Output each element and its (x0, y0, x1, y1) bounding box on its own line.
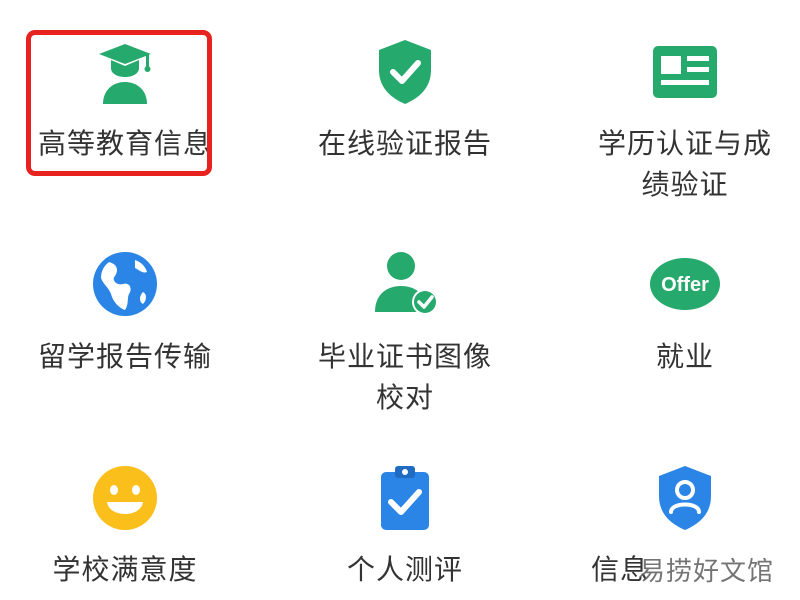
service-label: 学校满意度 (52, 553, 198, 586)
smiley-icon (89, 462, 161, 534)
offer-badge-icon: Offer (649, 248, 721, 320)
offer-badge-text: Offer (661, 274, 709, 296)
service-label: 在线验证报告 (317, 127, 492, 160)
service-label: 学历认证与成 (597, 127, 772, 160)
service-label-line2: 绩验证 (641, 168, 729, 201)
service-grid: 高等教育信息 在线验证报告 学历认证与成 绩验证 留学报告传输 毕业证书图像 校… (0, 0, 800, 600)
globe-icon (89, 248, 161, 320)
selection-highlight-frame (26, 30, 212, 176)
clipboard-check-icon (369, 462, 441, 534)
user-verified-icon (369, 248, 441, 320)
service-label: 毕业证书图像 (317, 340, 492, 373)
shield-check-icon (369, 36, 441, 108)
user-shield-icon (649, 462, 721, 534)
service-label: 个人测评 (346, 553, 463, 586)
watermark-text: 易捞好文馆 (638, 557, 774, 587)
service-label-line2: 校对 (375, 381, 434, 414)
id-card-icon (649, 36, 721, 108)
service-label: 就业 (655, 340, 714, 373)
service-label: 留学报告传输 (37, 340, 212, 373)
